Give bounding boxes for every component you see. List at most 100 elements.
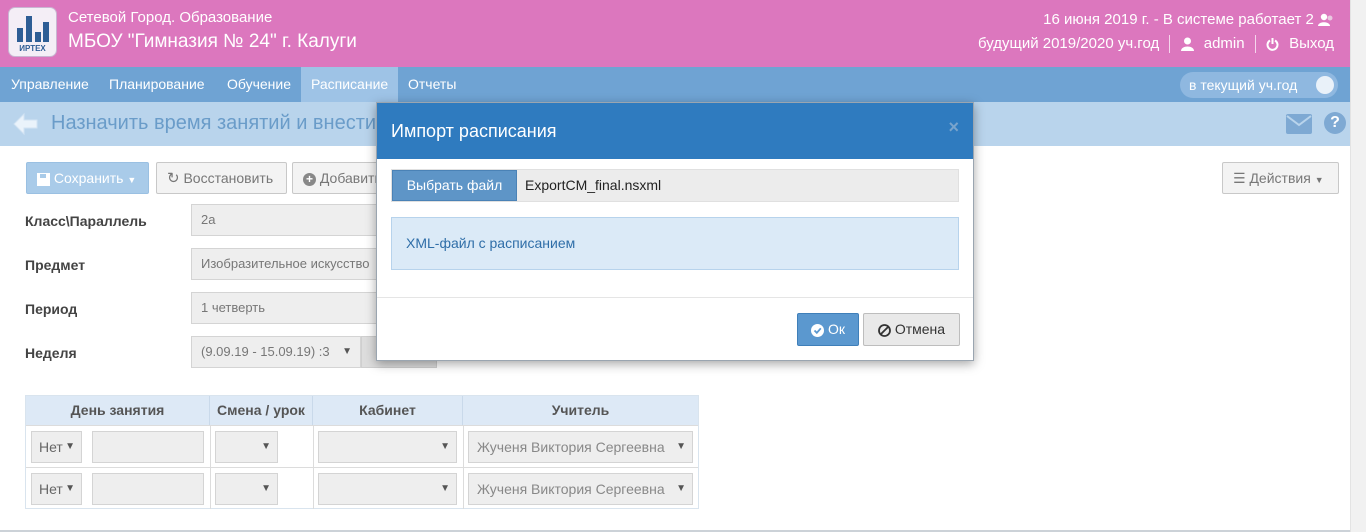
divider bbox=[313, 468, 314, 509]
caret-down-icon: ▼ bbox=[261, 483, 271, 494]
school-name: МБОУ "Гимназия № 24" г. Калуги bbox=[68, 31, 357, 52]
floppy-icon bbox=[37, 172, 50, 186]
system-name: Сетевой Город. Образование bbox=[68, 9, 273, 26]
actions-label: Действия bbox=[1249, 170, 1311, 186]
divider bbox=[313, 426, 314, 467]
page-scrollbar[interactable] bbox=[1350, 0, 1366, 532]
irtech-logo[interactable]: ИРТЕХ bbox=[8, 7, 57, 57]
page-title: Назначить время занятий и внести bbox=[51, 112, 377, 134]
room-select[interactable]: ▼ bbox=[318, 473, 457, 505]
column-header: Кабинет bbox=[313, 396, 463, 425]
divider bbox=[463, 468, 464, 509]
close-icon[interactable]: × bbox=[948, 117, 959, 138]
date-status: 16 июня 2019 г. - В системе работает 2 bbox=[1043, 11, 1334, 28]
toggle-label: в текущий уч.год bbox=[1189, 77, 1298, 93]
nav-item-education[interactable]: Обучение bbox=[217, 67, 301, 102]
check-circle-icon bbox=[811, 323, 825, 337]
caret-down-icon: ▼ bbox=[342, 346, 352, 357]
date-field[interactable] bbox=[92, 473, 204, 505]
period-field[interactable]: 1 четверть bbox=[191, 292, 391, 324]
back-arrow-icon[interactable] bbox=[12, 112, 39, 136]
caret-down-icon: ▼ bbox=[65, 483, 75, 494]
logo-bars-icon bbox=[17, 16, 49, 42]
choose-file-button[interactable]: Выбрать файл bbox=[392, 170, 517, 201]
actions-button[interactable]: ☰ Действия ▼ bbox=[1222, 162, 1339, 194]
day-value: Нет bbox=[39, 481, 63, 497]
logout-link[interactable]: Выход bbox=[1289, 35, 1334, 52]
subject-label: Предмет bbox=[25, 257, 86, 273]
current-year-toggle[interactable]: в текущий уч.год bbox=[1180, 72, 1338, 98]
menu-icon: ☰ bbox=[1233, 170, 1246, 186]
toggle-knob bbox=[1316, 76, 1334, 94]
save-button[interactable]: Сохранить ▼ bbox=[26, 162, 149, 194]
column-header: Смена / урок bbox=[210, 396, 313, 425]
teacher-select[interactable]: Жученя Виктория Сергеевна ▼ bbox=[468, 431, 693, 463]
caret-down-icon: ▼ bbox=[440, 441, 450, 452]
caret-down-icon: ▼ bbox=[1314, 175, 1324, 185]
restore-label: Восстановить bbox=[183, 170, 274, 186]
table-row: Нет ▼ ▼ ▼ Жученя Виктория Сергеевна ▼ bbox=[26, 467, 698, 509]
shift-select[interactable]: ▼ bbox=[215, 473, 278, 505]
date-status-text: 16 июня 2019 г. - В системе работает 2 bbox=[1043, 11, 1314, 28]
add-label: Добавить bbox=[319, 170, 382, 186]
table-row: Нет ▼ ▼ ▼ Жученя Виктория Сергеевна ▼ bbox=[26, 425, 698, 467]
day-value: Нет bbox=[39, 439, 63, 455]
user-icon bbox=[1180, 37, 1194, 52]
help-icon[interactable]: ? bbox=[1324, 112, 1346, 134]
nav-item-planning[interactable]: Планирование bbox=[99, 67, 215, 102]
plus-circle-icon: + bbox=[303, 172, 316, 186]
logo-text: ИРТЕХ bbox=[19, 44, 46, 53]
date-field[interactable] bbox=[92, 431, 204, 463]
divider bbox=[1254, 35, 1256, 54]
ok-button[interactable]: Ок bbox=[797, 313, 859, 346]
divider bbox=[210, 468, 211, 509]
shift-select[interactable]: ▼ bbox=[215, 431, 278, 463]
cancel-button[interactable]: Отмена bbox=[863, 313, 960, 346]
caret-down-icon: ▼ bbox=[440, 483, 450, 494]
refresh-icon: ↻ bbox=[167, 170, 180, 187]
teacher-value: Жученя Виктория Сергеевна bbox=[477, 439, 665, 455]
divider bbox=[210, 426, 211, 467]
selected-file-name: ExportCM_final.nsxml bbox=[525, 177, 662, 193]
teacher-value: Жученя Виктория Сергеевна bbox=[477, 481, 665, 497]
class-label: Класс\Параллель bbox=[25, 213, 147, 229]
class-field[interactable]: 2а bbox=[191, 204, 391, 236]
subject-field[interactable]: Изобразительное искусство bbox=[191, 248, 391, 280]
week-select[interactable]: (9.09.19 - 15.09.19) :3 ▼ bbox=[191, 336, 361, 368]
day-select[interactable]: Нет ▼ bbox=[31, 431, 82, 463]
caret-down-icon: ▼ bbox=[261, 441, 271, 452]
week-value: (9.09.19 - 15.09.19) :3 bbox=[201, 344, 330, 359]
period-label: Период bbox=[25, 301, 78, 317]
room-select[interactable]: ▼ bbox=[318, 431, 457, 463]
caret-down-icon: ▼ bbox=[127, 175, 137, 185]
add-button[interactable]: + Добавить bbox=[292, 162, 382, 194]
file-input[interactable]: Выбрать файл ExportCM_final.nsxml bbox=[391, 169, 959, 202]
import-schedule-dialog: Импорт расписания × Выбрать файл ExportC… bbox=[376, 102, 974, 361]
week-label: Неделя bbox=[25, 345, 77, 361]
caret-down-icon: ▼ bbox=[676, 483, 686, 494]
column-header: День занятия bbox=[26, 396, 210, 425]
day-select[interactable]: Нет ▼ bbox=[31, 473, 82, 505]
caret-down-icon: ▼ bbox=[65, 441, 75, 452]
save-label: Сохранить bbox=[53, 170, 124, 186]
info-alert: XML-файл с расписанием bbox=[391, 217, 959, 270]
power-icon bbox=[1266, 38, 1279, 51]
nav-item-management[interactable]: Управление bbox=[1, 67, 99, 102]
nav-item-reports[interactable]: Отчеты bbox=[398, 67, 466, 102]
mail-icon[interactable] bbox=[1286, 114, 1312, 134]
dialog-title: Импорт расписания bbox=[391, 121, 557, 141]
restore-button[interactable]: ↻ Восстановить bbox=[156, 162, 287, 194]
divider bbox=[463, 426, 464, 467]
ban-icon bbox=[878, 323, 891, 337]
users-icon[interactable] bbox=[1318, 13, 1334, 27]
school-year[interactable]: будущий 2019/2020 уч.год bbox=[978, 35, 1159, 52]
nav-item-schedule[interactable]: Расписание bbox=[301, 67, 399, 102]
user-bar: будущий 2019/2020 уч.год admin Выход bbox=[972, 35, 1334, 54]
teacher-select[interactable]: Жученя Виктория Сергеевна ▼ bbox=[468, 473, 693, 505]
divider bbox=[377, 297, 973, 298]
username[interactable]: admin bbox=[1204, 35, 1245, 52]
main-nav: Управление Планирование Обучение Расписа… bbox=[0, 67, 1350, 102]
divider bbox=[1169, 35, 1171, 54]
app-header: ИРТЕХ Сетевой Город. Образование МБОУ "Г… bbox=[0, 0, 1350, 67]
ok-label: Ок bbox=[827, 321, 845, 337]
